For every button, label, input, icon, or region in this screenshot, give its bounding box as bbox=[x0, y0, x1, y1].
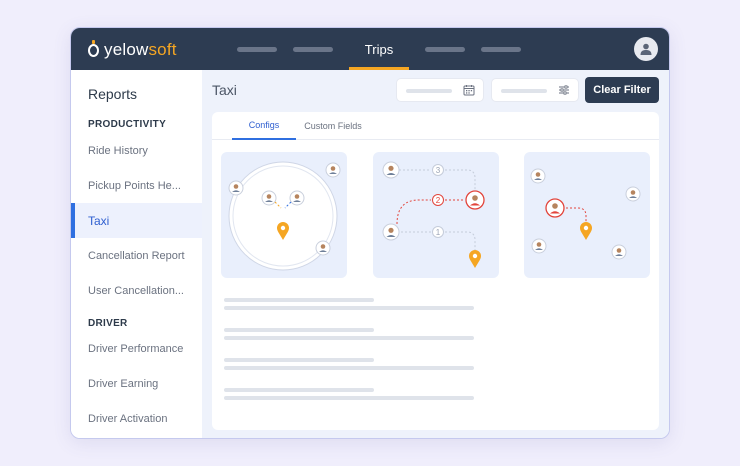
placeholder-line bbox=[224, 358, 374, 362]
top-navbar: yelow soft Trips bbox=[71, 28, 669, 70]
clear-filter-button[interactable]: Clear Filter bbox=[585, 77, 659, 103]
nav-item-placeholder-1[interactable] bbox=[237, 47, 277, 52]
sidebar-item-driver-earning[interactable]: Driver Earning bbox=[71, 366, 202, 401]
nearest-dispatch-illustration bbox=[530, 168, 641, 260]
user-avatar-icon bbox=[640, 43, 652, 55]
date-filter-value-placeholder bbox=[406, 89, 452, 93]
logo-mark-icon bbox=[88, 39, 99, 57]
sidebar-item-driver-performance[interactable]: Driver Performance bbox=[71, 331, 202, 366]
tab-custom-fields[interactable]: Custom Fields bbox=[298, 112, 368, 140]
placeholder-line bbox=[224, 328, 374, 332]
step-3-label: 3 bbox=[436, 166, 441, 175]
sliders-icon bbox=[559, 85, 569, 95]
options-filter-value-placeholder bbox=[501, 89, 547, 93]
sidebar-item-ride-history[interactable]: Ride History bbox=[71, 133, 202, 168]
calendar-icon bbox=[463, 85, 475, 96]
map-pin-icon bbox=[580, 222, 592, 240]
user-avatar-button[interactable] bbox=[634, 37, 658, 61]
sidebar-item-taxi[interactable]: Taxi bbox=[71, 203, 202, 238]
date-filter[interactable] bbox=[396, 78, 484, 102]
sidebar-group-driver: DRIVER bbox=[88, 318, 128, 329]
config-card-nearest-dispatch[interactable] bbox=[524, 152, 650, 278]
step-1-label: 1 bbox=[436, 228, 441, 237]
tab-configs[interactable]: Configs bbox=[232, 112, 296, 140]
placeholder-line bbox=[224, 336, 474, 340]
yelowsoft-logo[interactable]: yelow soft bbox=[88, 39, 177, 60]
placeholder-line bbox=[224, 306, 474, 310]
logo-prefix: yelow bbox=[104, 40, 149, 59]
sidebar-item-driver-activation[interactable]: Driver Activation bbox=[71, 401, 202, 436]
sidebar-item-cancellation-report[interactable]: Cancellation Report bbox=[71, 238, 202, 273]
placeholder-line bbox=[224, 388, 374, 392]
nav-item-trips-label: Trips bbox=[364, 41, 394, 57]
step-2-label: 2 bbox=[436, 196, 441, 205]
config-card-sequential-dispatch[interactable]: 3 2 1 bbox=[373, 152, 499, 278]
placeholder-line bbox=[224, 396, 474, 400]
main-content: Taxi Clear Filter Configs Custom Fields … bbox=[202, 70, 669, 438]
sidebar-item-user-cancellation[interactable]: User Cancellation... bbox=[71, 273, 202, 308]
nav-item-placeholder-4[interactable] bbox=[481, 47, 521, 52]
driver-icon bbox=[530, 168, 641, 260]
sequential-dispatch-illustration: 3 2 1 bbox=[382, 161, 485, 268]
logo-suffix: soft bbox=[148, 40, 177, 59]
radius-dispatch-illustration bbox=[228, 161, 341, 271]
nav-item-placeholder-2[interactable] bbox=[293, 47, 333, 52]
options-filter[interactable] bbox=[491, 78, 579, 102]
driver-icon bbox=[382, 161, 400, 241]
map-pin-icon bbox=[469, 250, 481, 268]
nav-item-trips[interactable]: Trips bbox=[349, 28, 409, 70]
config-card-radius-dispatch[interactable] bbox=[221, 152, 347, 278]
app-window: yelow soft Trips Reports PRODUCTIVITY Rid… bbox=[70, 27, 670, 439]
placeholder-line bbox=[224, 298, 374, 302]
sidebar-title: Reports bbox=[88, 86, 138, 102]
selected-driver-icon bbox=[545, 198, 565, 218]
reports-sidebar: Reports PRODUCTIVITY Ride History Pickup… bbox=[71, 70, 202, 438]
page-title: Taxi bbox=[212, 82, 237, 98]
placeholder-line bbox=[224, 366, 474, 370]
nav-item-placeholder-3[interactable] bbox=[425, 47, 465, 52]
sidebar-group-productivity: PRODUCTIVITY bbox=[88, 119, 167, 130]
config-tabs: Configs Custom Fields bbox=[212, 112, 659, 140]
sidebar-item-pickup-points-heatmap[interactable]: Pickup Points He... bbox=[71, 168, 202, 203]
selected-driver-icon bbox=[465, 190, 485, 210]
taxi-config-panel: Configs Custom Fields 3 2 1 bbox=[212, 112, 659, 430]
